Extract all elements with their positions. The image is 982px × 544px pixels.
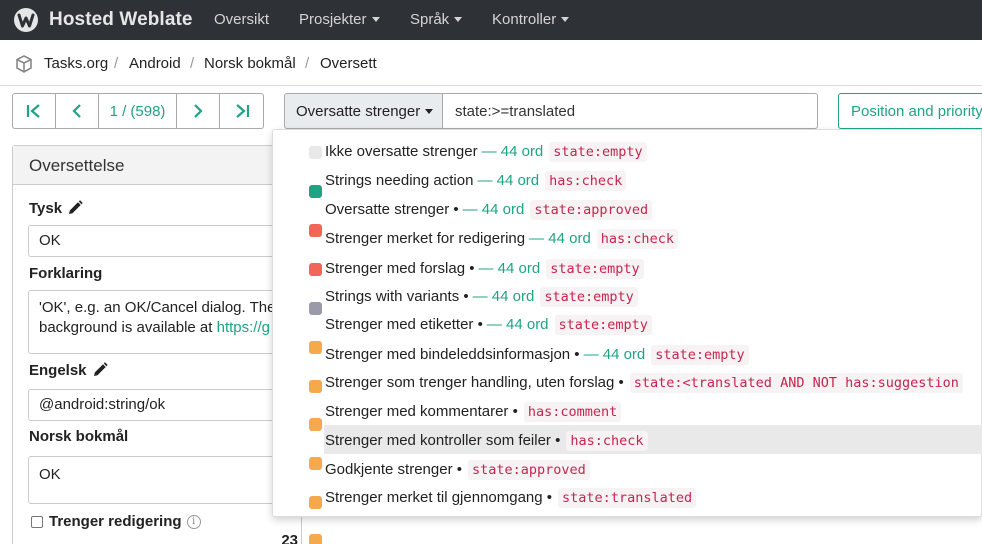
explanation-line: background is available at https://g [39,319,270,336]
filter-option-context[interactable]: Strenger med bindeleddsinformasjon • — 44… [325,340,749,369]
chevron-left-icon [72,104,81,118]
filter-option-action-no-suggestion[interactable]: Strenger som trenger handling, uten fors… [325,368,963,397]
project-cube-icon [16,55,32,73]
caret-down-icon [561,17,570,22]
previous-unit-button[interactable] [56,94,99,128]
breadcrumb-component[interactable]: Android [129,55,181,72]
filter-dropdown-button[interactable]: Oversatte strenger [284,93,443,129]
filter-option-suggestions[interactable]: Strenger med forslag • — 44 ord state:empt… [325,254,644,283]
needs-editing-checkbox[interactable] [31,515,43,528]
filter-option-untranslated[interactable]: Ikke oversatte strenger — 44 ord state:emp… [325,137,647,166]
filter-option-translated[interactable]: Oversatte strenger • — 44 ord state:approv… [325,195,653,224]
target-language-label: Norsk bokmål [29,428,129,445]
first-page-icon [26,104,40,118]
navbar: Hosted Weblate Oversikt Prosjekter Språk… [0,0,982,40]
filter-option-review[interactable]: Strenger merket til gjennomgang • state:t… [325,483,697,512]
status-square [309,534,322,544]
nav-checks-dropdown[interactable]: Kontroller [492,11,570,28]
nav-languages-dropdown[interactable]: Språk [410,11,463,28]
filter-option-labels[interactable]: Strenger med etiketter • — 44 ord state:em… [325,310,652,339]
explanation-label: Forklaring [29,265,103,282]
status-square [309,302,322,315]
filter-option-variants[interactable]: Strings with variants • — 44 ord state:emp… [325,282,638,311]
status-square [309,263,322,276]
unit-position: 1 / (598) [99,94,178,128]
status-square [309,224,322,237]
status-square [309,146,322,159]
last-page-icon [235,104,249,118]
filter-option-comments[interactable]: Strenger med kommentarer • has:comment [325,397,622,426]
breadcrumb-separator: / [190,55,195,72]
breadcrumb-language[interactable]: Norsk bokmål [204,55,296,72]
filter-option-needing-action[interactable]: Strings needing action — 44 ord has:check [325,166,627,195]
chevron-right-icon [194,104,203,118]
panel-title: Oversettelse [13,146,301,185]
pencil-icon[interactable] [66,199,84,217]
translation-panel: Oversettelse Tysk OK Forklaring 'OK', e.… [12,145,302,544]
filter-option-approved[interactable]: Godkjente strenger • state:approved [325,455,590,484]
status-square [309,185,322,198]
filter-count: 23 [281,532,298,544]
source-text-field: OK [28,225,298,257]
unit-pager: 1 / (598) [12,93,264,129]
status-square [309,496,322,509]
breadcrumb: Tasks.org / Android / Norsk bokmål / Ove… [0,40,982,86]
status-square [309,418,322,431]
status-square [309,457,322,470]
english-label: Engelsk [29,361,109,379]
pencil-icon[interactable] [91,361,109,379]
explanation-link[interactable]: https://g [217,319,270,336]
filter-option-failing-checks[interactable]: Strenger med kontroller som feiler • has:… [325,426,648,455]
needs-editing-row: Trenger redigering i [31,513,201,530]
nav-projects-dropdown[interactable]: Prosjekter [299,11,380,28]
caret-down-icon [371,17,380,22]
translation-textarea[interactable]: OK [28,456,298,504]
nav-overview[interactable]: Oversikt [214,11,269,28]
breadcrumb-project[interactable]: Tasks.org [44,55,108,72]
sort-dropdown-button[interactable]: Position and priority [838,93,982,129]
explanation-line: 'OK', e.g. an OK/Cancel dialog. The c [39,299,288,316]
first-unit-button[interactable] [13,94,56,128]
explanation-field: 'OK', e.g. an OK/Cancel dialog. The c ba… [28,290,298,354]
status-square [309,341,322,354]
brand-name: Hosted Weblate [49,9,193,30]
english-source-field: @android:string/ok [28,389,298,421]
weblate-logo-icon [14,8,38,32]
caret-down-icon [454,17,463,22]
status-square [309,380,322,393]
next-unit-button[interactable] [177,94,221,128]
brand-link[interactable]: Hosted Weblate [12,6,193,34]
source-language-label: Tysk [29,199,84,217]
breadcrumb-current[interactable]: Oversett [320,55,377,72]
info-icon[interactable]: i [186,514,201,529]
caret-down-icon [425,108,434,114]
filter-option-needs-editing[interactable]: Strenger merket for redigering — 44 ord ha… [325,224,678,253]
last-unit-button[interactable] [220,94,263,128]
search-query-input[interactable]: state:>=translated [442,93,818,129]
needs-editing-label: Trenger redigering [49,513,182,530]
breadcrumb-separator: / [305,55,310,72]
breadcrumb-separator: / [114,55,119,72]
